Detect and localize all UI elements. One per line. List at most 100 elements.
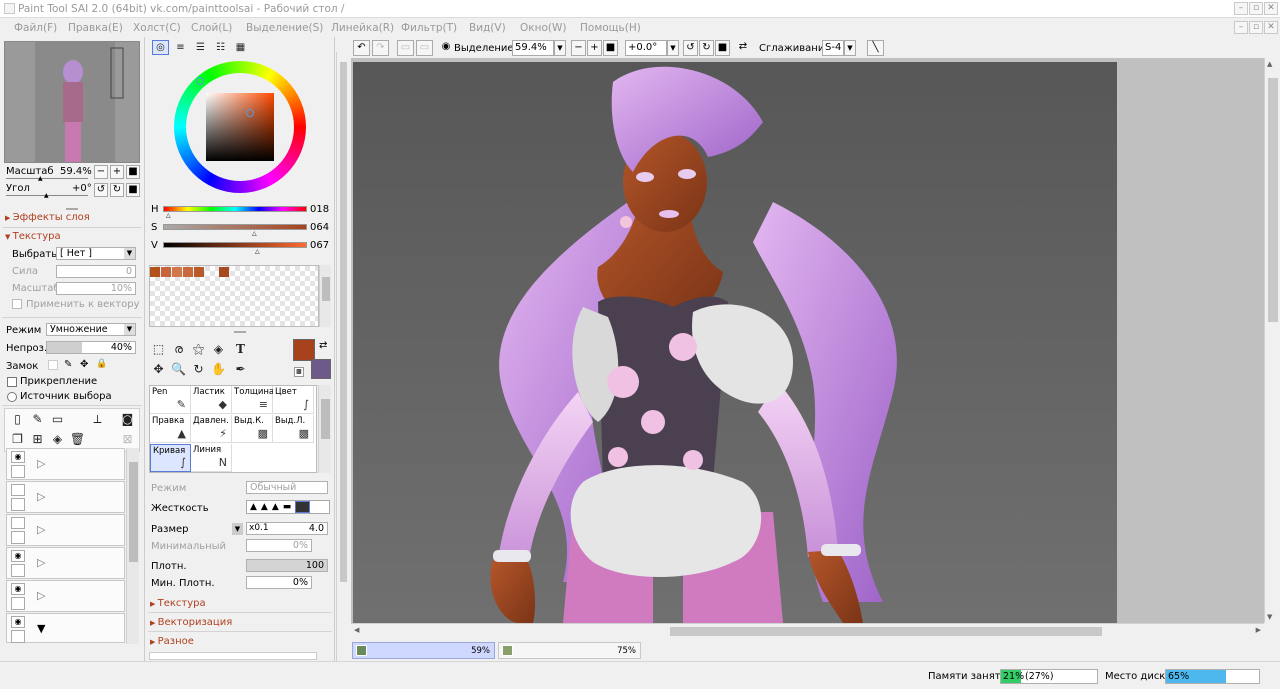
menu-help[interactable]: Помощь(H) [580,22,641,34]
doc-minimize-icon[interactable]: – [1234,21,1248,34]
eyedropper-icon[interactable]: ✒ [232,361,249,378]
value-slider[interactable] [163,242,307,248]
opacity-slider[interactable]: 40% [46,341,136,354]
deselect-icon[interactable]: ▭ [397,40,414,56]
scratchpad[interactable] [149,265,319,327]
brush-curve[interactable]: Кривая ∫ [150,444,191,472]
clipping-checkbox[interactable] [7,377,17,387]
swap-colors-icon[interactable]: ⇄ [319,340,327,351]
layer-transform-icon[interactable]: ⟂ [89,411,106,428]
delete-mask-icon[interactable]: ⊠ [119,431,136,448]
panel-grip[interactable] [66,208,78,210]
color-swatch[interactable] [172,267,182,277]
doc-restore-icon[interactable]: ▫ [1249,21,1263,34]
saturation-value-square[interactable] [206,93,274,161]
layer-row[interactable]: ◉ ▼ [6,613,125,643]
brush-thickness[interactable]: Толщина ≡ [232,386,274,414]
visibility-toggle[interactable] [11,517,25,529]
menu-canvas[interactable]: Холст(C) [133,22,181,34]
expand-arrow-icon[interactable]: ▷ [37,589,45,602]
expand-arrow-icon[interactable]: ▷ [37,457,45,470]
min-density-field[interactable]: 0% [246,576,312,589]
menu-file[interactable]: Файл(F) [14,22,57,34]
panel-grip[interactable] [234,331,246,333]
layer-row[interactable]: ◉ ▷ [6,580,125,612]
collapse-arrow-icon[interactable]: ▼ [37,622,45,635]
blend-mode-select[interactable]: Умножение [46,323,136,336]
hue-slider-thumb[interactable]: △ [166,212,171,219]
expand-arrow-icon[interactable]: ▷ [37,556,45,569]
visibility-toggle[interactable] [11,484,25,496]
smoothing-field[interactable]: S-4 [822,40,844,56]
misc-section[interactable]: ▶ Разное [150,636,194,647]
swatches-tab-icon[interactable]: ☷ [212,40,229,55]
tools-panel-scrollbar[interactable] [336,52,349,661]
brush-pressure[interactable]: Давлен. ⚡ [191,415,232,443]
nav-angle-thumb[interactable]: ▲ [44,192,49,199]
lock-paint-icon[interactable]: ✎ [64,359,72,370]
fill-icon[interactable]: ◈ [210,341,227,358]
canvas-horizontal-scrollbar[interactable]: ◀ ▶ [351,623,1264,638]
line-tool-icon[interactable]: ╲ [867,40,884,56]
lock-all-icon[interactable]: 🔒 [96,359,107,369]
scratchpad-scroll-thumb[interactable] [322,277,330,301]
nav-scale-thumb[interactable]: ▲ [38,175,43,182]
nav-rotate-left-icon[interactable]: ↺ [94,183,108,197]
texture-scale-field[interactable]: 10% [56,282,136,295]
new-vector-layer-icon[interactable]: ✎ [29,411,46,428]
layer-select-checkbox[interactable] [11,564,25,577]
menu-view[interactable]: Вид(V) [469,22,506,34]
transparent-color-icon[interactable]: ▩ [294,367,304,377]
nav-zoom-in-icon[interactable]: + [110,165,124,179]
layer-row[interactable]: ◉ ▷ [6,448,125,480]
nav-zoom-out-icon[interactable]: − [94,165,108,179]
menu-filter[interactable]: Фильтр(T) [401,22,457,34]
menu-selection[interactable]: Выделение(S) [246,22,323,34]
zoom-icon[interactable]: 🔍 [170,361,187,378]
color-wheel[interactable] [174,61,306,193]
brush-mode-select[interactable]: Обычный [246,481,328,494]
visibility-toggle[interactable]: ◉ [11,583,25,595]
mask-icon[interactable]: ◙ [119,411,136,428]
scratchpad-scrollbar[interactable] [319,265,331,327]
min-size-field[interactable]: 0% [246,539,312,552]
visibility-toggle[interactable]: ◉ [11,451,25,463]
color-swatch[interactable] [150,267,160,277]
apply-vector-checkbox[interactable] [12,299,22,309]
color-swatch[interactable] [194,267,204,277]
nav-rotate-right-icon[interactable]: ↻ [110,183,124,197]
texture-section[interactable]: ▼ Текстура [5,231,61,242]
expand-arrow-icon[interactable]: ▷ [37,523,45,536]
density-field[interactable]: 100 [246,559,328,572]
angle-field[interactable]: +0.0° [625,40,667,56]
lock-transparency-icon[interactable] [48,360,58,370]
scroll-left-icon[interactable]: ◀ [354,626,359,634]
hardness-selector[interactable]: ▲▲▲▬■ [246,500,330,514]
clear-layer-icon[interactable]: ◈ [49,431,66,448]
hue-slider[interactable] [163,206,307,212]
layer-row[interactable]: ▷ [6,514,125,546]
canvas-vscroll-thumb[interactable] [1268,78,1278,322]
nav-rotate-reset-icon[interactable]: ■ [126,183,140,197]
redo-icon[interactable]: ↷ [372,40,389,56]
layer-select-checkbox[interactable] [11,531,25,544]
close-icon[interactable]: ✕ [1264,2,1278,15]
menu-layer[interactable]: Слой(L) [191,22,232,34]
zoom-dropdown-icon[interactable]: ▼ [554,40,566,56]
document-tab[interactable]: 75% [498,642,641,659]
brush-presets-strip[interactable] [149,652,317,660]
nav-zoom-reset-icon[interactable]: ■ [126,165,140,179]
menu-ruler[interactable]: Линейка(R) [331,22,394,34]
zoom-in-icon[interactable]: + [587,40,602,56]
layer-select-checkbox[interactable] [11,630,25,643]
size-multiplier-dropdown-icon[interactable]: ▼ [232,523,243,535]
brush-pen[interactable]: Pen ✎ [150,386,191,414]
vectorize-section[interactable]: ▶ Векторизация [150,617,232,628]
visibility-toggle[interactable]: ◉ [11,550,25,562]
rotate-icon[interactable]: ↻ [190,361,207,378]
lock-move-icon[interactable]: ✥ [80,359,88,370]
copy-layer-icon[interactable]: ❐ [9,431,26,448]
texture-dropdown-icon[interactable]: ▼ [124,248,135,259]
layer-row[interactable]: ◉ ▷ [6,547,125,579]
lasso-icon[interactable]: ര [170,341,187,358]
